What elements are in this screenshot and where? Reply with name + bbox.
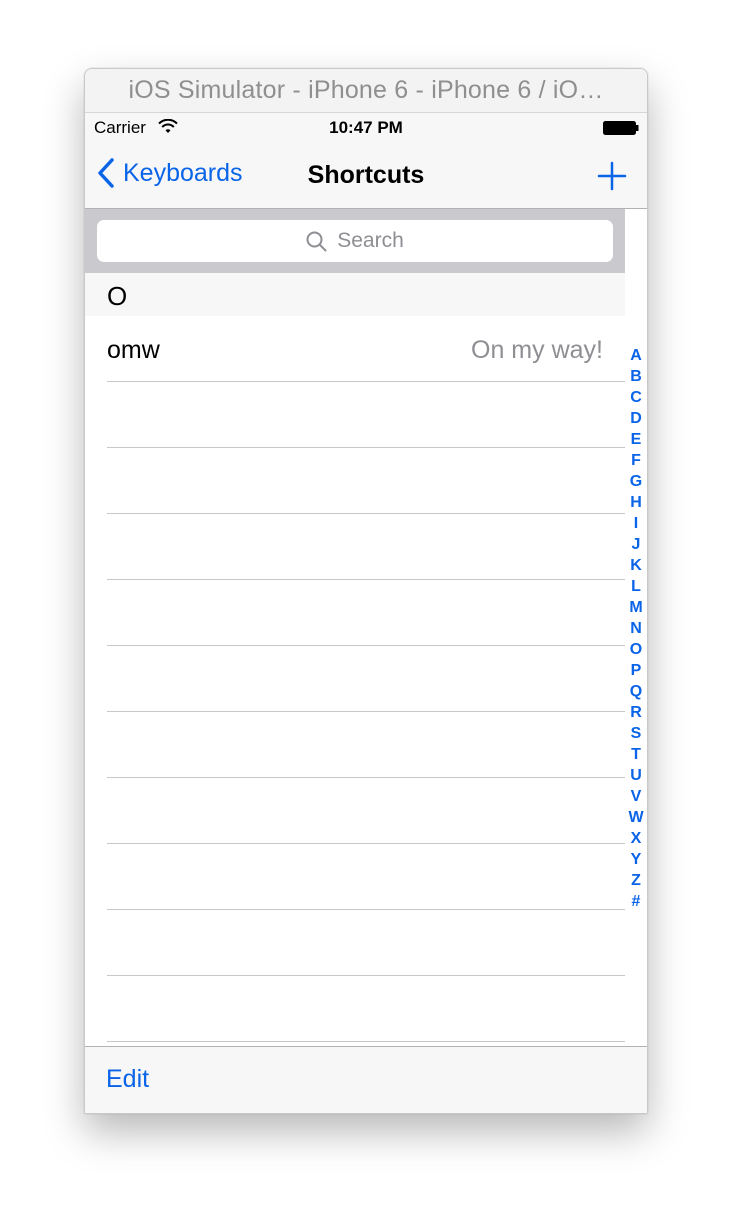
nav-title: Shortcuts [307,161,425,189]
table-row [85,976,625,1042]
index-letter-e[interactable]: E [631,429,642,450]
shortcut-list: omw On my way! [85,316,625,1044]
table-row [85,514,625,580]
row-separator [107,1041,625,1042]
index-letter-t[interactable]: T [631,744,641,765]
index-letter-i[interactable]: I [634,513,638,534]
status-time: 10:47 PM [329,118,403,137]
index-letter-x[interactable]: X [631,828,642,849]
index-letter-hash[interactable]: # [632,891,641,912]
index-letter-g[interactable]: G [630,471,642,492]
index-letter-z[interactable]: Z [631,870,641,891]
search-icon [306,231,327,251]
table-row [85,778,625,844]
index-letter-l[interactable]: L [631,576,641,597]
index-letter-w[interactable]: W [628,807,643,828]
navigation-bar: Keyboards Shortcuts [85,143,647,209]
table-row [85,712,625,778]
table-row [85,910,625,976]
window-titlebar[interactable]: iOS Simulator - iPhone 6 - iPhone 6 / iO… [85,69,647,113]
index-letter-o[interactable]: O [630,639,642,660]
index-letter-s[interactable]: S [631,723,642,744]
table-row [85,844,625,910]
shortcut-phrase: omw [107,336,160,364]
table-row [85,382,625,448]
index-letter-q[interactable]: Q [630,681,642,702]
plus-icon[interactable] [597,161,627,191]
battery-icon [603,121,639,135]
window-title: iOS Simulator - iPhone 6 - iPhone 6 / iO… [128,76,604,104]
index-letter-p[interactable]: P [631,660,642,681]
section-header-label: O [107,281,128,311]
shortcut-expansion: On my way! [471,336,603,364]
simulator-window: iOS Simulator - iPhone 6 - iPhone 6 / iO… [84,68,648,1114]
table-row [85,580,625,646]
index-letter-r[interactable]: R [630,702,642,723]
index-letter-j[interactable]: J [632,534,641,555]
index-letter-a[interactable]: A [630,345,642,366]
table-row[interactable]: omw On my way! [85,316,625,382]
section-index[interactable]: A B C D E F G H I J K L M N O P Q R S T … [625,345,647,912]
table-row [85,646,625,712]
device-screen: Carrier 10:47 PM Keyboards Shortcuts Sea… [85,113,647,1113]
status-bar: Carrier 10:47 PM [85,113,647,143]
index-letter-h[interactable]: H [630,492,642,513]
index-letter-y[interactable]: Y [631,849,642,870]
index-letter-c[interactable]: C [630,387,642,408]
index-letter-k[interactable]: K [630,555,642,576]
search-input[interactable]: Search [97,220,613,262]
search-bar: Search [85,209,625,273]
index-letter-m[interactable]: M [629,597,642,618]
index-letter-u[interactable]: U [630,765,642,786]
index-letter-b[interactable]: B [630,366,642,387]
edit-button[interactable]: Edit [106,1065,149,1094]
table-row [85,448,625,514]
bottom-toolbar: Edit [85,1046,647,1113]
index-letter-v[interactable]: V [631,786,642,807]
index-letter-n[interactable]: N [630,618,642,639]
search-placeholder: Search [337,229,404,252]
section-header: O [85,273,625,316]
index-letter-d[interactable]: D [630,408,642,429]
index-letter-f[interactable]: F [631,450,641,471]
